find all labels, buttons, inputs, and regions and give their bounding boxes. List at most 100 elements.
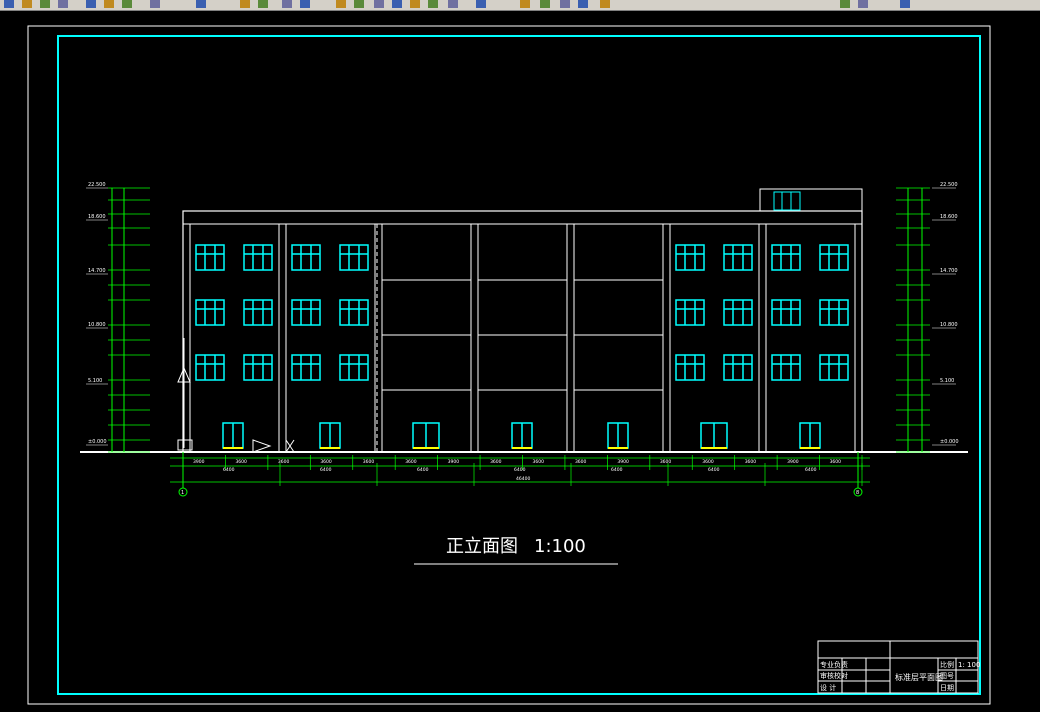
paste-icon[interactable]: [540, 0, 550, 8]
paste-icon[interactable]: [122, 0, 132, 8]
window: [675, 244, 705, 271]
door: [511, 422, 533, 449]
door: [319, 422, 341, 449]
block-icon[interactable]: [336, 0, 346, 8]
window: [675, 299, 705, 326]
window: [723, 244, 753, 271]
window: [339, 299, 369, 326]
properties-icon[interactable]: [282, 0, 292, 8]
dim-text: 3600: [235, 459, 247, 465]
elevation-right: 14.700: [940, 268, 958, 274]
elevation-right: ±0.000: [940, 439, 959, 445]
window: [771, 354, 801, 381]
dim-text: 6400: [805, 467, 817, 473]
window: [291, 244, 321, 271]
cad-drawing: 22.500 18.600 14.700 10.800 5.100 ±0.000 22.50…: [27, 25, 991, 705]
tool-palette-icon[interactable]: [354, 0, 364, 8]
roof-window: [773, 191, 801, 211]
dim-text: 3900: [193, 459, 205, 465]
tb-row-2: 审核校对: [820, 671, 848, 680]
window: [291, 354, 321, 381]
properties-icon[interactable]: [858, 0, 868, 8]
save-icon[interactable]: [428, 0, 438, 8]
window: [243, 244, 273, 271]
dim-text: 3600: [745, 459, 757, 465]
dim-text: 6400: [514, 467, 526, 473]
design-center-icon[interactable]: [900, 0, 910, 8]
dim-text: 3900: [617, 459, 629, 465]
tb-drawing-no: 图号: [940, 672, 954, 680]
tb-row-3: 设 计: [820, 683, 836, 692]
dim-text: 3600: [533, 459, 545, 465]
match-icon[interactable]: [560, 0, 570, 8]
window: [771, 299, 801, 326]
cut-icon[interactable]: [86, 0, 96, 8]
axis-label-left: 1: [181, 490, 184, 496]
zoom-icon[interactable]: [240, 0, 250, 8]
window: [723, 354, 753, 381]
dim-text: 6400: [708, 467, 720, 473]
tb-scale-value: 1: 100: [958, 661, 980, 669]
print-icon[interactable]: [58, 0, 68, 8]
title-block: 专业负责 审核校对 设 计 标准层平面图 比例 1: 100 图号 日期: [817, 640, 980, 694]
window: [195, 354, 225, 381]
drawing-canvas[interactable]: 22.500 18.600 14.700 10.800 5.100 ±0.000 22.50…: [0, 10, 1040, 708]
design-center-icon[interactable]: [300, 0, 310, 8]
dim-text: 3600: [320, 459, 332, 465]
undo-icon[interactable]: [392, 0, 402, 8]
door: [412, 422, 440, 449]
elevation-right: 5.100: [940, 378, 954, 384]
window: [819, 354, 849, 381]
pan-icon[interactable]: [258, 0, 268, 8]
tb-sheet-name: 标准层平面图: [895, 672, 943, 682]
dim-text: 3600: [278, 459, 290, 465]
open-icon[interactable]: [22, 0, 32, 8]
window: [819, 299, 849, 326]
dim-total: 46400: [516, 476, 530, 482]
dim-text: 6400: [223, 467, 235, 473]
window: [291, 299, 321, 326]
dim-text: 3600: [490, 459, 502, 465]
door: [700, 422, 728, 449]
window: [339, 244, 369, 271]
door: [799, 422, 821, 449]
print-icon[interactable]: [448, 0, 458, 8]
undo-icon[interactable]: [4, 0, 14, 8]
match-icon[interactable]: [150, 0, 160, 8]
elevation-right: 10.800: [940, 322, 958, 328]
help-icon[interactable]: [374, 0, 384, 8]
layer-icon[interactable]: [578, 0, 588, 8]
window: [243, 354, 273, 381]
dim-text: 6400: [611, 467, 623, 473]
zoom-icon[interactable]: [600, 0, 610, 8]
open-icon[interactable]: [410, 0, 420, 8]
window: [243, 299, 273, 326]
copy-icon[interactable]: [520, 0, 530, 8]
building-elevation: [80, 188, 968, 453]
dim-text: 3600: [660, 459, 672, 465]
copy-icon[interactable]: [104, 0, 114, 8]
dim-text: 3600: [363, 459, 375, 465]
elevation-left: 5.100: [88, 378, 102, 384]
tb-scale-label: 比例: [940, 660, 954, 669]
cut-icon[interactable]: [476, 0, 486, 8]
window: [675, 354, 705, 381]
window: [819, 244, 849, 271]
dim-text: 3900: [787, 459, 799, 465]
facade-outline: [182, 210, 863, 453]
layer-icon[interactable]: [196, 0, 206, 8]
window: [723, 299, 753, 326]
drawing-scale: 1:100: [534, 536, 586, 557]
door: [607, 422, 629, 449]
dim-text: 6400: [417, 467, 429, 473]
pan-icon[interactable]: [840, 0, 850, 8]
dim-text: 3600: [702, 459, 714, 465]
sheet-outer-frame: [27, 25, 991, 705]
elevation-right: 22.500: [940, 182, 958, 188]
window: [339, 354, 369, 381]
ground-arrow: [252, 439, 272, 453]
door: [222, 422, 244, 449]
window: [195, 299, 225, 326]
save-icon[interactable]: [40, 0, 50, 8]
tb-date: 日期: [940, 684, 954, 692]
